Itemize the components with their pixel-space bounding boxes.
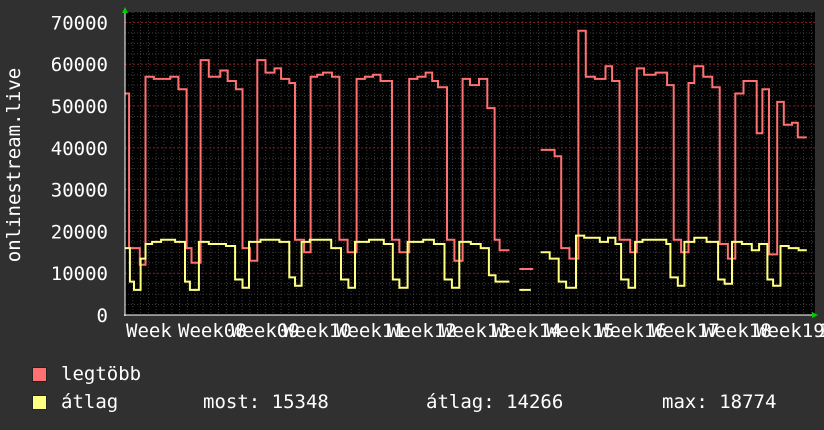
x-tick-label: Week19 [756, 320, 824, 342]
x-tick-label: 1 [818, 320, 824, 342]
y-tick-label: 50000 [51, 96, 108, 118]
legend-swatch-avg [32, 394, 47, 410]
y-tick-label: 60000 [51, 54, 108, 76]
y-tick-label: 30000 [51, 180, 108, 202]
legend-label-avg: átlag [61, 391, 119, 413]
chart: 0 10000 20000 30000 40000 50000 60000 70000 Wee… [0, 0, 824, 350]
stat-max: max: 18774 [662, 391, 777, 413]
y-tick-label: 40000 [51, 138, 108, 160]
legend-item-max: legtöbb [32, 362, 141, 386]
x-tick-label: Week [126, 320, 172, 342]
legend-item-avg: átlag [32, 390, 118, 414]
stat-average: átlag: 14266 [426, 391, 564, 413]
plot-area [125, 12, 815, 315]
stat-current: most: 15348 [203, 391, 329, 413]
y-axis-label: onlinestream.live [3, 68, 25, 262]
legend-swatch-max [32, 366, 47, 382]
y-tick-label: 0 [97, 305, 108, 327]
y-tick-label: 10000 [51, 263, 108, 285]
y-tick-label: 20000 [51, 221, 108, 243]
y-tick-label: 70000 [51, 12, 108, 34]
x-tick-labels: Week Week08Week09Week10Week11Week12Week13… [126, 320, 824, 342]
legend-label-max: legtöbb [61, 363, 142, 385]
